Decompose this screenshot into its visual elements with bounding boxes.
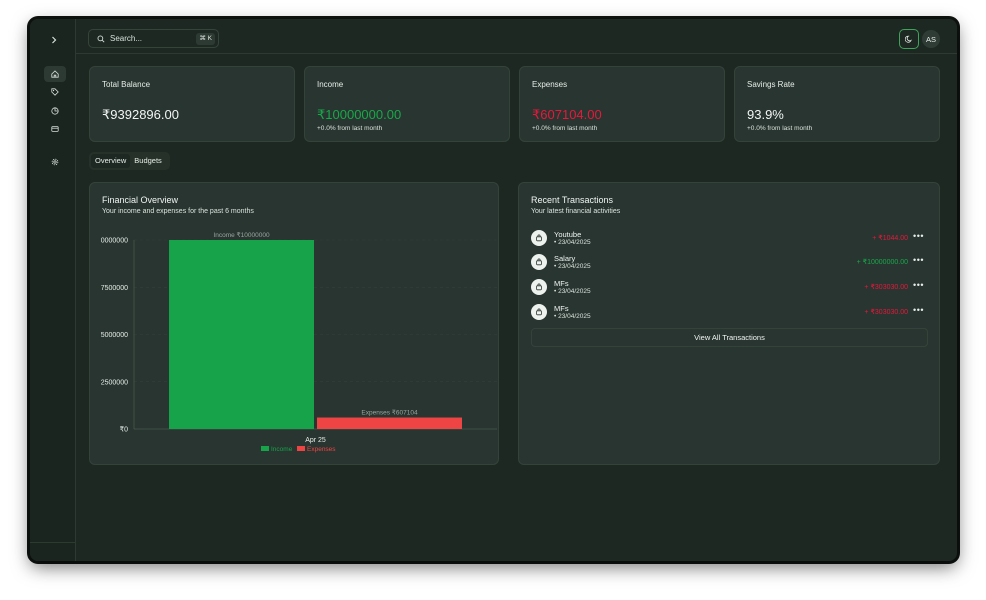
- transaction-row[interactable]: Salary • 23/04/2025 + ₹10000000.00 •••: [531, 252, 928, 272]
- stat-change: +0.0% from last month: [317, 125, 383, 132]
- card-subtitle: Your latest financial activities: [531, 208, 621, 215]
- shopping-bag-icon: [531, 304, 547, 320]
- recent-transactions-card: Recent Transactions Your latest financia…: [518, 182, 940, 465]
- stat-title: Expenses: [532, 80, 568, 89]
- search-placeholder: Search...: [110, 34, 143, 43]
- y-tick-label: 2500000: [101, 379, 128, 386]
- bar-label: Income ₹10000000: [213, 231, 270, 239]
- sidebar-item-tags[interactable]: [44, 84, 66, 100]
- y-tick-label: 5000000: [101, 332, 128, 339]
- more-options-icon[interactable]: •••: [913, 280, 924, 290]
- stat-title: Savings Rate: [747, 80, 795, 89]
- stat-change: +0.0% from last month: [532, 125, 598, 132]
- more-options-icon[interactable]: •••: [913, 231, 924, 241]
- stat-value: ₹10000000.00: [317, 107, 402, 122]
- theme-toggle-button[interactable]: [899, 29, 919, 49]
- transaction-name: MFs: [554, 304, 569, 313]
- moon-icon: [905, 35, 912, 43]
- x-tick-label: Apr 25: [305, 437, 326, 444]
- view-all-transactions-button[interactable]: View All Transactions: [531, 328, 928, 347]
- legend-label: Income: [271, 446, 293, 453]
- y-tick-label: 0000000: [101, 238, 128, 245]
- transaction-date: • 23/04/2025: [554, 313, 591, 320]
- tab-overview[interactable]: Overview: [91, 154, 131, 168]
- more-options-icon[interactable]: •••: [913, 305, 924, 315]
- card-title: Recent Transactions: [531, 195, 614, 205]
- pie-chart-icon: [51, 107, 59, 115]
- stat-card-savings-rate: Savings Rate 93.9% +0.0% from last month: [734, 66, 940, 142]
- stat-change: +0.0% from last month: [747, 125, 813, 132]
- gear-icon: [51, 158, 59, 166]
- sidebar-item-settings[interactable]: [44, 154, 66, 170]
- legend-label: Expenses: [307, 446, 336, 453]
- transaction-amount: + ₹1044.00: [872, 235, 908, 242]
- bar-label: Expenses ₹607104: [361, 409, 418, 417]
- sidebar-item-reports[interactable]: [44, 103, 66, 119]
- sidebar-divider: [30, 542, 76, 543]
- transaction-date: • 23/04/2025: [554, 288, 591, 295]
- app-window: Search... ⌘ K AS Total Balance ₹9392896.…: [30, 19, 957, 561]
- transaction-row[interactable]: MFs • 23/04/2025 + ₹303030.00 •••: [531, 302, 928, 322]
- stat-card-income: Income ₹10000000.00 +0.0% from last mont…: [304, 66, 510, 142]
- search-icon: [97, 35, 105, 43]
- search-input[interactable]: Search... ⌘ K: [88, 29, 219, 48]
- transaction-name: Salary: [554, 254, 576, 263]
- stat-title: Income: [317, 80, 344, 89]
- expand-sidebar-icon[interactable]: [47, 33, 61, 47]
- transaction-date: • 23/04/2025: [554, 239, 591, 246]
- tag-icon: [51, 88, 59, 96]
- sidebar-item-cards[interactable]: [44, 121, 66, 137]
- bar-income: [169, 240, 314, 429]
- home-icon: [51, 70, 59, 78]
- legend-swatch: [261, 446, 269, 451]
- credit-card-icon: [51, 126, 59, 132]
- bar-expenses: [317, 417, 462, 429]
- view-tabs: Overview Budgets: [89, 152, 170, 170]
- financial-chart: ₹0 2500000 5000000 7500000 0000000 Income ₹10…: [101, 231, 497, 453]
- stat-value: ₹607104.00: [532, 107, 602, 122]
- stat-card-total-balance: Total Balance ₹9392896.00: [89, 66, 295, 142]
- stat-title: Total Balance: [102, 80, 151, 89]
- tab-budgets[interactable]: Budgets: [130, 154, 166, 168]
- transaction-row[interactable]: Youtube • 23/04/2025 + ₹1044.00 •••: [531, 228, 928, 248]
- transaction-amount: + ₹10000000.00: [856, 259, 908, 266]
- stat-value: 93.9%: [747, 107, 784, 122]
- search-shortcut-badge: ⌘ K: [196, 33, 215, 45]
- stat-value: ₹9392896.00: [102, 107, 179, 122]
- y-tick-label: ₹0: [120, 426, 128, 434]
- transaction-amount: + ₹303030.00: [864, 284, 908, 291]
- stat-card-expenses: Expenses ₹607104.00 +0.0% from last mont…: [519, 66, 725, 142]
- transaction-date: • 23/04/2025: [554, 263, 591, 270]
- financial-overview-card: Financial Overview Your income and expen…: [89, 182, 499, 465]
- transaction-amount: + ₹303030.00: [864, 309, 908, 316]
- transaction-name: Youtube: [554, 230, 582, 239]
- shopping-bag-icon: [531, 254, 547, 270]
- more-options-icon[interactable]: •••: [913, 255, 924, 265]
- sidebar-item-home[interactable]: [44, 66, 66, 82]
- shopping-bag-icon: [531, 230, 547, 246]
- transaction-name: MFs: [554, 279, 569, 288]
- sidebar: [30, 19, 76, 561]
- y-tick-label: 7500000: [101, 285, 128, 292]
- transaction-row[interactable]: MFs • 23/04/2025 + ₹303030.00 •••: [531, 277, 928, 297]
- legend-swatch: [297, 446, 305, 451]
- shopping-bag-icon: [531, 279, 547, 295]
- avatar[interactable]: AS: [922, 30, 940, 48]
- topbar: Search... ⌘ K AS: [76, 19, 957, 54]
